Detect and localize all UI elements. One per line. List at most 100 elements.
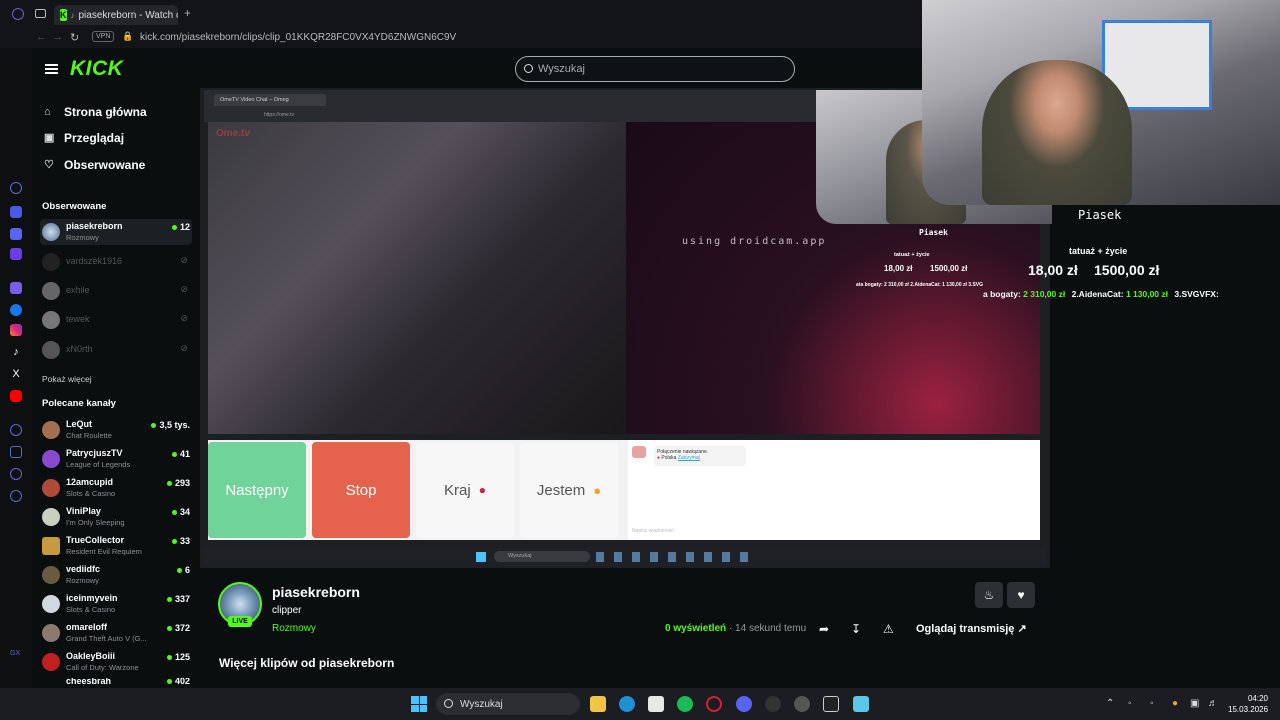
sidebar-app-icon[interactable] (10, 282, 22, 294)
tab-title: piasekreborn - Watch c (78, 9, 179, 21)
webcam-overlay (922, 0, 1280, 205)
recommended-channel[interactable]: omareloff Grand Theft Auto V (G... 372 (40, 620, 192, 646)
sidebar-app-icon[interactable] (10, 248, 22, 260)
avatar (42, 479, 60, 497)
settings-icon[interactable] (10, 490, 22, 502)
channel-name: OakleyBoiii (66, 651, 116, 661)
notification-bell-button[interactable]: ♨ (975, 582, 1003, 608)
overlay-amount-current: 18,00 zł (1028, 262, 1078, 278)
followed-channel[interactable]: xN0rth ⊘ (40, 337, 192, 363)
channel-name: vediidfc (66, 564, 101, 574)
nav-home[interactable]: ⌂ Strona główna (44, 105, 147, 119)
discord-icon[interactable] (736, 696, 752, 712)
recommended-channel[interactable]: 12amcupid Slots & Casino 293 (40, 475, 192, 501)
tray-chevron-icon[interactable]: ⌃ (1106, 698, 1114, 709)
file-explorer-icon[interactable] (590, 696, 606, 712)
recommended-channel[interactable]: PatrycjuszTV League of Legends 41 (40, 446, 192, 472)
overlay-name: Piasek (1078, 208, 1122, 222)
channel-name[interactable]: piasekreborn (272, 584, 360, 600)
url-field[interactable]: kick.com/piasekreborn/clips/clip_01KKQR2… (140, 32, 456, 43)
heart-icon: ♥ (1017, 588, 1025, 602)
follow-heart-button[interactable]: ♥ (1007, 582, 1035, 608)
tray-icon[interactable]: ◦ (1128, 698, 1132, 709)
avatar (42, 282, 60, 300)
sidebar-app-icon[interactable]: GX (10, 650, 22, 662)
leader-amount: 2 310,00 zł (1023, 289, 1066, 299)
avatar (42, 624, 60, 642)
avatar (42, 537, 60, 555)
kick-logo[interactable]: KICK (70, 57, 123, 81)
search-icon (524, 64, 533, 73)
chat-input[interactable]: Napisz wiadomość (632, 528, 674, 534)
opera-icon[interactable] (706, 696, 722, 712)
sidebar-app-icon[interactable] (10, 446, 22, 458)
recommended-channel[interactable]: TrueCollector Resident Evil Requiem 33 (40, 533, 192, 559)
channel-category: Rozmowy (66, 233, 99, 242)
taskbar-clock[interactable]: 04:20 15.03.2026 (1228, 693, 1268, 715)
messenger-icon[interactable] (10, 304, 22, 316)
app-icon[interactable] (765, 696, 781, 712)
mic-icon[interactable]: ● (1172, 698, 1178, 709)
x-icon[interactable]: X (10, 368, 22, 380)
recommended-channel[interactable]: vediidfc Rozmowy 6 (40, 562, 192, 588)
spotify-icon[interactable] (677, 696, 693, 712)
audio-icon[interactable]: ♪ (71, 11, 75, 20)
store-icon[interactable] (648, 696, 664, 712)
sidebar-app-icon[interactable] (10, 424, 22, 436)
sidebar-app-icon[interactable] (10, 182, 22, 194)
share-icon[interactable]: ➦ (819, 622, 829, 636)
report-icon[interactable]: ⚠ (883, 622, 894, 636)
followed-channel[interactable]: piasekreborn Rozmowy 12 (40, 219, 192, 245)
recommended-channel[interactable]: iceinmyvein Slots & Casino 337 (40, 591, 192, 617)
tiktok-icon[interactable]: ♪ (10, 346, 22, 358)
back-icon[interactable]: ← (36, 31, 47, 43)
gender-button[interactable]: Jestem ● (520, 442, 618, 538)
search-input[interactable]: Wyszukaj (515, 56, 795, 82)
browser-logo-icon[interactable] (12, 8, 24, 20)
inner-tab: OmeTV Video Chat – Omeg (214, 94, 326, 106)
viewer-count: 41 (172, 449, 190, 459)
watch-stream-button[interactable]: Oglądaj transmisję ↗ (916, 622, 1027, 635)
followed-channel[interactable]: tewek ⊘ (40, 307, 192, 333)
notepad-icon[interactable] (853, 696, 869, 712)
menu-icon[interactable] (45, 64, 58, 74)
country-button[interactable]: Kraj ● (416, 442, 514, 538)
discord-icon[interactable] (10, 228, 22, 240)
lock-icon[interactable]: 🔒 (122, 31, 133, 42)
nav-following[interactable]: ♡ Obserwowane (44, 158, 145, 172)
recommended-channel[interactable]: OakleyBoiii Call of Duty: Warzone 125 (40, 649, 192, 675)
windows-start-icon[interactable] (411, 696, 427, 712)
edge-icon[interactable] (619, 696, 635, 712)
clipper-name: clipper (272, 605, 302, 616)
app-icon[interactable] (823, 696, 839, 712)
followed-channel[interactable]: vardszek1916 ⊘ (40, 249, 192, 275)
workspaces-icon[interactable] (35, 9, 46, 18)
tray-icon[interactable]: ◦ (1150, 698, 1154, 709)
obs-icon[interactable] (794, 696, 810, 712)
taskbar-search[interactable]: Wyszukaj (436, 693, 580, 715)
followed-channel[interactable]: exhile ⊘ (40, 278, 192, 304)
recommended-channel[interactable]: cheesbrah 402 (40, 678, 192, 688)
show-more-link[interactable]: Pokaż więcej (42, 374, 92, 384)
reload-icon[interactable]: ↻ (70, 31, 79, 44)
instagram-icon[interactable] (10, 324, 22, 336)
nav-browse[interactable]: ▣ Przeglądaj (44, 131, 124, 145)
chat-link[interactable]: Zatrzymaj (678, 455, 700, 461)
viewer-count: 12 (172, 222, 190, 232)
forward-icon[interactable]: → (52, 31, 63, 43)
next-button[interactable]: Następny (208, 442, 306, 538)
sidebar-app-icon[interactable] (10, 206, 22, 218)
volume-icon[interactable]: ♬ (1208, 698, 1218, 709)
overlay-amount-goal: 1500,00 zł (1094, 262, 1160, 278)
network-icon[interactable]: ▣ (1190, 698, 1199, 709)
recommended-channel[interactable]: LeQut Chat Roulette 3,5 tys. (40, 417, 192, 443)
new-tab-icon[interactable]: + (184, 6, 191, 20)
vpn-badge[interactable]: VPN (92, 31, 115, 42)
category-link[interactable]: Rozmowy (272, 623, 316, 634)
download-icon[interactable]: ↧ (851, 622, 861, 636)
youtube-icon[interactable] (10, 390, 22, 402)
browser-tab[interactable]: K ♪ piasekreborn - Watch c (54, 5, 178, 25)
history-icon[interactable] (10, 468, 22, 480)
stop-button[interactable]: Stop (312, 442, 410, 538)
recommended-channel[interactable]: ViniPlay I'm Only Sleeping 34 (40, 504, 192, 530)
